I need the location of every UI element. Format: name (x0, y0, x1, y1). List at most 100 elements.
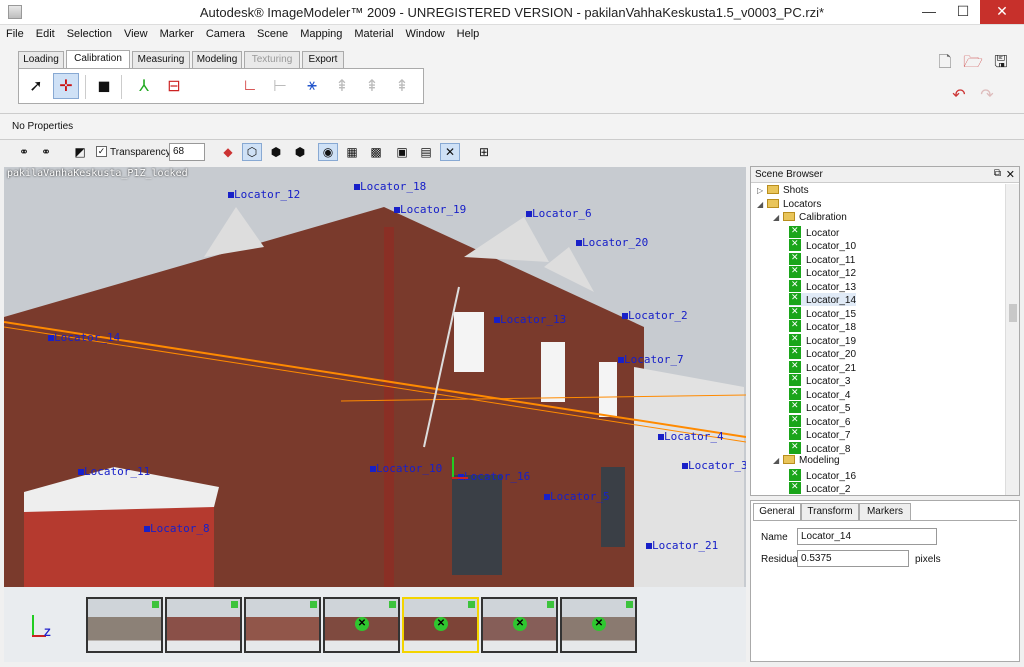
tree-locator-item[interactable]: Locator_21 (789, 360, 856, 374)
refine-button[interactable]: ⇞ (329, 73, 355, 99)
show-cameras-button[interactable]: ▣ (392, 143, 412, 161)
collapse-arrow-icon[interactable]: ◢ (757, 200, 767, 209)
coordinate-system-button[interactable]: ⅄ (131, 73, 157, 99)
locator-marker-locator-13[interactable]: Locator_13 (493, 313, 566, 326)
tree-folder-locators[interactable]: ◢ Locators (757, 198, 821, 212)
redo-button[interactable]: ↷ (976, 85, 998, 107)
locator-marker-locator-5[interactable]: Locator_5 (544, 490, 610, 503)
pan-view-button[interactable]: ⚭ (14, 143, 34, 161)
menu-item-camera[interactable]: Camera (200, 25, 251, 45)
contrast-button[interactable]: ◩ (70, 143, 90, 161)
show-locators-button[interactable]: ◉ (318, 143, 338, 161)
shot-thumbnail[interactable]: ✕ (402, 597, 479, 653)
menu-item-mapping[interactable]: Mapping (294, 25, 348, 45)
tree-locator-item[interactable]: Locator_12 (789, 265, 856, 279)
locator-marker-locator-19[interactable]: Locator_19 (393, 203, 466, 216)
tree-locator-item[interactable]: Locator_18 (789, 319, 856, 333)
locator-tool-button[interactable]: ✛ (53, 73, 79, 99)
show-grid-button[interactable]: ▩ (366, 143, 386, 161)
measure-distance-button[interactable]: ⊟ (161, 73, 187, 99)
tree-locator-item[interactable]: Locator_14 (789, 292, 857, 306)
save-file-button[interactable]: 🖫 (990, 52, 1012, 74)
locator-marker-locator-3[interactable]: Locator_3 (682, 459, 746, 472)
tree-locator-item[interactable]: Locator_8 (789, 441, 850, 455)
locator-marker-locator-8[interactable]: Locator_8 (144, 522, 210, 535)
shot-thumbnail[interactable] (86, 597, 163, 653)
tree-locator-item[interactable]: Locator_3 (789, 373, 850, 387)
zoom-view-button[interactable]: ⚭ (36, 143, 56, 161)
solid-button[interactable]: ⬢ (290, 143, 310, 161)
lock-calibration-button[interactable]: ⇞ (389, 73, 415, 99)
menu-item-file[interactable]: File (0, 25, 30, 45)
calibrate-button[interactable]: ⚹ (299, 73, 325, 99)
transparency-spinbox[interactable]: 68 (169, 143, 205, 161)
tab-texturing[interactable]: Texturing (244, 51, 300, 69)
minimize-button[interactable]: — (912, 0, 946, 24)
tree-locator-item[interactable]: Locator_20 (789, 346, 856, 360)
scrollbar-thumb[interactable] (1009, 304, 1017, 322)
calibration-axes-gizmo[interactable] (448, 457, 468, 481)
maximize-button[interactable]: ☐ (946, 0, 980, 24)
menu-item-view[interactable]: View (118, 25, 154, 45)
layout-grid-button[interactable]: ⊞ (474, 143, 494, 161)
show-rays-button[interactable]: ✕ (440, 143, 460, 161)
props-tab-markers[interactable]: Markers (859, 503, 911, 520)
shot-thumbnail[interactable]: ✕ (323, 597, 400, 653)
menu-item-selection[interactable]: Selection (61, 25, 118, 45)
props-tab-transform[interactable]: Transform (801, 503, 859, 520)
tree-locator-item[interactable]: Locator_4 (789, 387, 850, 401)
wireframe-button[interactable]: ⬡ (242, 143, 262, 161)
show-markers-button[interactable]: ▦ (342, 143, 362, 161)
locator-marker-locator-10[interactable]: Locator_10 (369, 462, 442, 475)
menu-item-material[interactable]: Material (348, 25, 399, 45)
name-field[interactable]: Locator_14 (797, 528, 937, 545)
collapse-arrow-icon[interactable]: ◢ (773, 456, 783, 465)
locator-marker-locator-20[interactable]: Locator_20 (575, 236, 648, 249)
reference-cube-button[interactable]: ◼ (91, 73, 117, 99)
menu-item-scene[interactable]: Scene (251, 25, 294, 45)
new-file-button[interactable]: 🗋 (934, 52, 956, 74)
align-axis-button[interactable]: ⊢ (267, 73, 293, 99)
locator-marker-locator-2[interactable]: Locator_2 (622, 309, 688, 322)
menu-item-marker[interactable]: Marker (154, 25, 200, 45)
shaded-button[interactable]: ⬢ (266, 143, 286, 161)
expand-arrow-icon[interactable]: ▷ (757, 186, 767, 195)
close-window-button[interactable]: ✕ (980, 0, 1024, 24)
close-panel-icon[interactable]: ✕ (1006, 168, 1015, 181)
tree-locator-item[interactable]: Locator_16 (789, 468, 856, 482)
tree-locator-item[interactable]: Locator_13 (789, 279, 856, 293)
tab-export[interactable]: Export (302, 51, 344, 69)
transparency-checkbox[interactable]: ✓ (96, 146, 107, 157)
locator-marker-locator-7[interactable]: Locator_7 (618, 353, 684, 366)
shot-thumbnail[interactable]: ✕ (560, 597, 637, 653)
tree-locator-item[interactable]: Locator_15 (789, 306, 856, 320)
locator-marker-locator-6[interactable]: Locator_6 (526, 207, 592, 220)
scene-browser-scrollbar[interactable] (1005, 184, 1019, 495)
display-shape-button[interactable]: ◆ (218, 143, 238, 161)
locator-marker-locator-12[interactable]: Locator_12 (227, 188, 300, 201)
shot-thumbnail[interactable] (165, 597, 242, 653)
tree-locator-item[interactable]: Locator_19 (789, 333, 856, 347)
set-origin-button[interactable]: ∟ (237, 73, 263, 99)
tree-locator-item[interactable]: Locator_10 (789, 238, 856, 252)
tab-measuring[interactable]: Measuring (132, 51, 190, 69)
open-file-button[interactable]: 🗁 (962, 52, 984, 74)
locator-marker-locator-18[interactable]: Locator_18 (353, 180, 426, 193)
locator-marker-locator-21[interactable]: Locator_21 (645, 539, 718, 552)
menu-item-window[interactable]: Window (400, 25, 451, 45)
locator-marker-locator-14[interactable]: Locator_14 (47, 331, 120, 344)
menu-item-help[interactable]: Help (451, 25, 486, 45)
refine-all-button[interactable]: ⇞ (359, 73, 385, 99)
collapse-arrow-icon[interactable]: ◢ (773, 213, 783, 222)
locator-marker-locator-4[interactable]: Locator_4 (658, 430, 724, 443)
select-tool-button[interactable]: ➚ (23, 73, 49, 99)
photo-viewport[interactable]: pakilaVanhaKeskusta_P1Z_locked Locator_1… (4, 167, 746, 662)
tree-locator-item[interactable]: Locator_2 (789, 481, 850, 495)
tree-locator-item[interactable]: Locator_11 (789, 252, 855, 266)
tree-folder-modeling[interactable]: ◢ Modeling (773, 455, 840, 468)
props-tab-general[interactable]: General (753, 503, 801, 520)
tab-calibration[interactable]: Calibration (66, 50, 130, 69)
tree-locator-item[interactable]: Locator_7 (789, 427, 850, 441)
menu-item-edit[interactable]: Edit (30, 25, 61, 45)
shot-thumbnail[interactable] (244, 597, 321, 653)
